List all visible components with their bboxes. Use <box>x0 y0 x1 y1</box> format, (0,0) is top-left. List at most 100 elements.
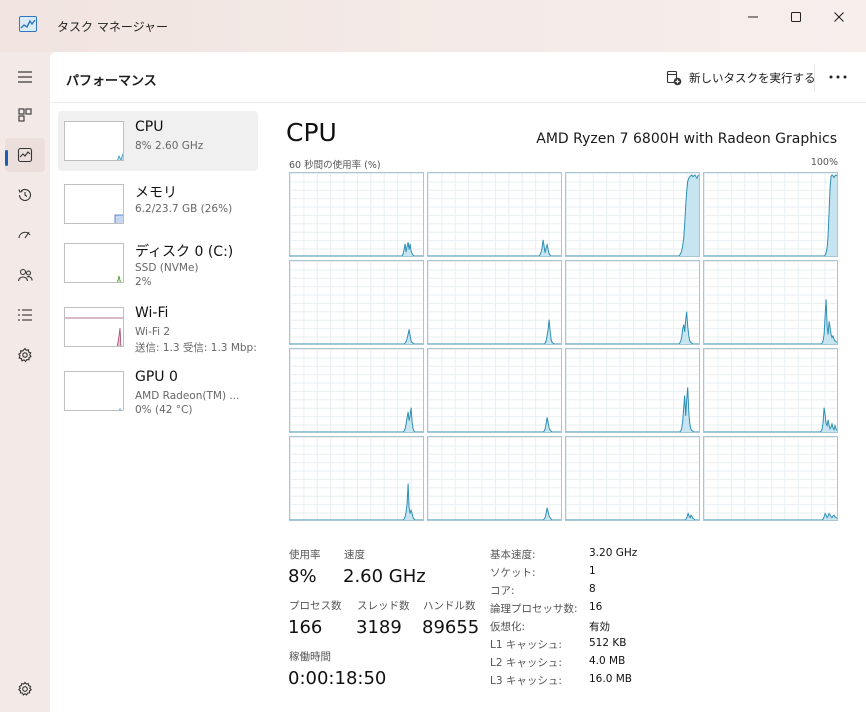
core-usage-svg <box>704 174 837 256</box>
core-usage-svg <box>290 483 423 520</box>
spec-value: 3.20 GHz <box>589 547 638 559</box>
device-name: メモリ <box>135 185 177 201</box>
core-usage-line <box>704 512 837 520</box>
core-usage-svg <box>290 407 423 432</box>
window-title: タスク マネージャー <box>57 20 168 34</box>
disk-thumbnail-graph <box>117 275 121 282</box>
nav-performance[interactable] <box>5 138 45 172</box>
threads-value: 3189 <box>356 617 402 638</box>
device-item-memory[interactable]: メモリ 6.2/23.7 GB (26%) <box>58 174 258 234</box>
core-usage-area <box>704 513 837 520</box>
core-usage-line <box>566 387 699 432</box>
usage-label: 使用率 <box>289 549 321 561</box>
device-item-disk[interactable]: ディスク 0 (C:) SSD (NVMe) 2% <box>58 229 258 289</box>
device-thumbnail <box>64 243 124 283</box>
app-history-icon <box>18 188 32 201</box>
spec-value: 512 KB <box>589 637 627 649</box>
core-usage-area <box>566 311 699 344</box>
spec-label: L3 キャッシュ: <box>490 675 562 687</box>
spec-value: 16.0 MB <box>589 673 632 685</box>
device-subtitle: SSD (NVMe) <box>135 262 199 274</box>
core-graph <box>703 260 838 345</box>
core-usage-svg <box>428 239 561 256</box>
uptime-value: 0:00:18:50 <box>288 668 387 689</box>
nav-processes[interactable] <box>5 98 45 132</box>
processes-icon <box>18 108 32 122</box>
users-icon <box>17 268 33 282</box>
hamburger-menu-button[interactable] <box>5 60 45 94</box>
device-detail: 2% <box>135 276 152 288</box>
nav-startup-apps[interactable] <box>5 218 45 252</box>
memory-thumbnail-graph <box>114 214 123 223</box>
spec-label: L2 キャッシュ: <box>490 657 562 669</box>
nav-services[interactable] <box>5 338 45 372</box>
spec-label: 基本速度: <box>490 549 536 561</box>
nav-app-history[interactable] <box>5 178 45 212</box>
core-usage-area <box>566 513 699 520</box>
spec-label: L1 キャッシュ: <box>490 639 562 651</box>
threads-label: スレッド数 <box>357 600 410 612</box>
core-usage-svg <box>290 242 423 256</box>
page-header: パフォーマンス 新しいタスクを実行する <box>50 52 866 103</box>
run-new-task-label: 新しいタスクを実行する <box>689 71 816 85</box>
core-usage-line <box>704 407 837 432</box>
spec-label: コア: <box>490 585 515 597</box>
maximize-button[interactable] <box>773 4 819 30</box>
device-thumbnail <box>64 307 124 347</box>
core-usage-svg <box>566 311 699 344</box>
minimize-button[interactable] <box>730 4 776 30</box>
core-graph <box>289 260 424 345</box>
core-graph <box>565 348 700 433</box>
core-graph <box>427 348 562 433</box>
close-button[interactable] <box>816 4 862 30</box>
device-name: ディスク 0 (C:) <box>135 244 234 260</box>
speed-label: 速度 <box>344 549 365 561</box>
core-usage-svg <box>566 511 699 520</box>
core-graph <box>565 260 700 345</box>
core-usage-area <box>428 417 561 432</box>
core-usage-area <box>704 407 837 432</box>
core-usage-area <box>290 407 423 432</box>
speed-value: 2.60 GHz <box>343 566 426 587</box>
navigation-rail <box>0 52 50 712</box>
device-name: GPU 0 <box>135 369 178 385</box>
hamburger-icon <box>18 71 32 83</box>
main-content: パフォーマンス 新しいタスクを実行する CPU 8% 2.60 GHz メモリ … <box>50 52 866 712</box>
core-usage-svg <box>290 329 423 344</box>
core-graph <box>703 348 838 433</box>
settings-button[interactable] <box>5 672 45 706</box>
device-item-gpu[interactable]: GPU 0 AMD Radeon(TM) ... 0% (42 °C) <box>58 357 258 417</box>
more-options-button[interactable] <box>824 66 852 88</box>
title-bar: タスク マネージャー <box>0 0 866 52</box>
core-usage-line <box>428 417 561 432</box>
core-usage-line <box>428 507 561 520</box>
more-icon <box>829 75 847 79</box>
startup-apps-icon <box>18 231 31 239</box>
core-usage-line <box>566 174 699 256</box>
device-item-wifi[interactable]: Wi-Fi Wi-Fi 2 送信: 1.3 受信: 1.3 Mbp: <box>58 293 258 354</box>
device-thumbnail <box>64 371 124 411</box>
core-usage-line <box>290 407 423 432</box>
spec-value: 1 <box>589 565 596 577</box>
nav-details[interactable] <box>5 298 45 332</box>
task-manager-app-icon <box>19 16 37 32</box>
device-item-cpu[interactable]: CPU 8% 2.60 GHz <box>58 111 258 171</box>
core-usage-area <box>428 319 561 344</box>
performance-icon <box>17 147 33 163</box>
nav-users[interactable] <box>5 258 45 292</box>
run-new-task-button[interactable]: 新しいタスクを実行する <box>666 68 816 88</box>
handles-label: ハンドル数 <box>423 600 476 612</box>
core-usage-line <box>704 299 837 344</box>
device-detail: 0% (42 °C) <box>135 404 193 416</box>
header-divider <box>814 64 815 92</box>
core-usage-area <box>704 299 837 344</box>
core-usage-area <box>290 329 423 344</box>
graph-max-label: 100% <box>810 157 838 168</box>
core-usage-svg <box>704 512 837 520</box>
core-graph <box>703 172 838 257</box>
cpu-thumbnail-graph <box>117 152 123 160</box>
device-list: CPU 8% 2.60 GHz メモリ 6.2/23.7 GB (26%) ディ… <box>50 103 275 712</box>
device-thumbnail <box>64 184 124 224</box>
device-name: CPU <box>135 119 164 135</box>
core-usage-line <box>566 511 699 520</box>
